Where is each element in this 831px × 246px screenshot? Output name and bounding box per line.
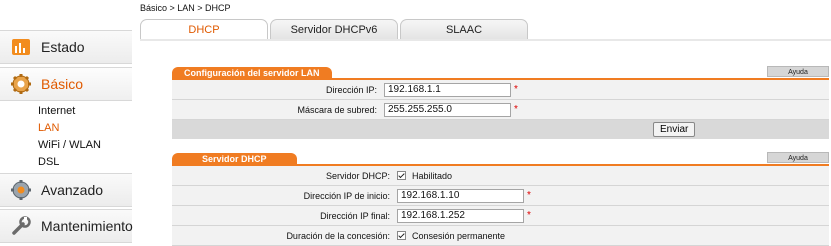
sidebar-subitem-wifi[interactable]: WiFi / WLAN bbox=[38, 137, 132, 154]
sidebar-submenu: Internet LAN WiFi / WLAN DSL bbox=[0, 101, 132, 173]
dhcp-server-section: Servidor DHCP Ayuda Servidor DHCP: Habil… bbox=[172, 152, 829, 246]
form-row: Duración de la concesión: Consesión perm… bbox=[172, 226, 829, 246]
end-ip-label: Dirección IP final: bbox=[320, 210, 390, 221]
ip-address-input[interactable] bbox=[384, 82, 511, 97]
required-marker: * bbox=[514, 84, 518, 95]
form-row: Dirección IP: * bbox=[172, 80, 829, 100]
dhcp-enabled-checkbox[interactable] bbox=[397, 171, 406, 180]
help-button[interactable]: Ayuda bbox=[767, 66, 829, 77]
submit-button[interactable]: Enviar bbox=[653, 122, 696, 137]
required-marker: * bbox=[527, 190, 531, 201]
form-row: Dirección IP de inicio: * bbox=[172, 186, 829, 206]
sidebar-item-label: Básico bbox=[41, 76, 84, 92]
sidebar-subitem-internet[interactable]: Internet bbox=[38, 103, 132, 120]
dhcp-enabled-label: Habilitado bbox=[412, 170, 453, 181]
required-marker: * bbox=[514, 104, 518, 115]
subnet-mask-input[interactable] bbox=[384, 102, 511, 117]
sidebar-subitem-lan[interactable]: LAN bbox=[38, 120, 132, 137]
dhcp-server-label: Servidor DHCP: bbox=[325, 170, 390, 181]
sidebar-item-avanzado[interactable]: Avanzado bbox=[0, 173, 132, 207]
section-title: Servidor DHCP bbox=[172, 153, 297, 166]
start-ip-label: Dirección IP de inicio: bbox=[303, 190, 390, 201]
advanced-gear-icon bbox=[10, 179, 32, 201]
form-row: Dirección IP final: * bbox=[172, 206, 829, 226]
sidebar-item-basico[interactable]: Básico bbox=[0, 67, 132, 101]
sidebar-item-label: Mantenimiento bbox=[41, 218, 133, 234]
subnet-mask-label: Máscara de subred: bbox=[297, 104, 377, 115]
tab-bar: DHCP Servidor DHCPv6 SLAAC bbox=[140, 19, 528, 39]
form-row: Máscara de subred: * bbox=[172, 100, 829, 120]
section-title: Configuración del servidor LAN bbox=[172, 67, 332, 80]
form-footer: Enviar bbox=[172, 120, 829, 139]
lease-duration-label: Duración de la concesión: bbox=[286, 230, 390, 241]
tab-dhcp[interactable]: DHCP bbox=[140, 19, 268, 39]
tab-divider bbox=[140, 39, 831, 41]
sidebar-subitem-dsl[interactable]: DSL bbox=[38, 154, 132, 171]
section-header: Configuración del servidor LAN Ayuda bbox=[172, 66, 829, 80]
ip-address-label: Dirección IP: bbox=[325, 84, 377, 95]
sidebar-item-mantenimiento[interactable]: Mantenimiento bbox=[0, 209, 133, 243]
help-button[interactable]: Ayuda bbox=[767, 152, 829, 163]
permanent-lease-checkbox[interactable] bbox=[397, 231, 406, 240]
main-content: Básico > LAN > DHCP DHCP Servidor DHCPv6… bbox=[132, 0, 831, 246]
lan-server-section: Configuración del servidor LAN Ayuda Dir… bbox=[172, 66, 829, 139]
sidebar: Estado Básico Internet LAN WiFi / WLAN D… bbox=[0, 0, 133, 246]
sidebar-item-label: Estado bbox=[41, 39, 85, 55]
form-row: Servidor DHCP: Habilitado bbox=[172, 166, 829, 186]
tab-dhcpv6[interactable]: Servidor DHCPv6 bbox=[270, 19, 398, 39]
section-header: Servidor DHCP Ayuda bbox=[172, 152, 829, 166]
end-ip-input[interactable] bbox=[397, 208, 524, 223]
status-icon bbox=[10, 36, 32, 58]
required-marker: * bbox=[527, 210, 531, 221]
sidebar-item-estado[interactable]: Estado bbox=[0, 30, 132, 64]
breadcrumb: Básico > LAN > DHCP bbox=[140, 3, 231, 13]
gear-icon bbox=[10, 73, 32, 95]
start-ip-input[interactable] bbox=[397, 188, 524, 203]
tab-slaac[interactable]: SLAAC bbox=[400, 19, 528, 39]
wrench-icon bbox=[10, 215, 32, 237]
permanent-lease-label: Consesión permanente bbox=[412, 230, 506, 241]
sidebar-item-label: Avanzado bbox=[41, 182, 104, 198]
